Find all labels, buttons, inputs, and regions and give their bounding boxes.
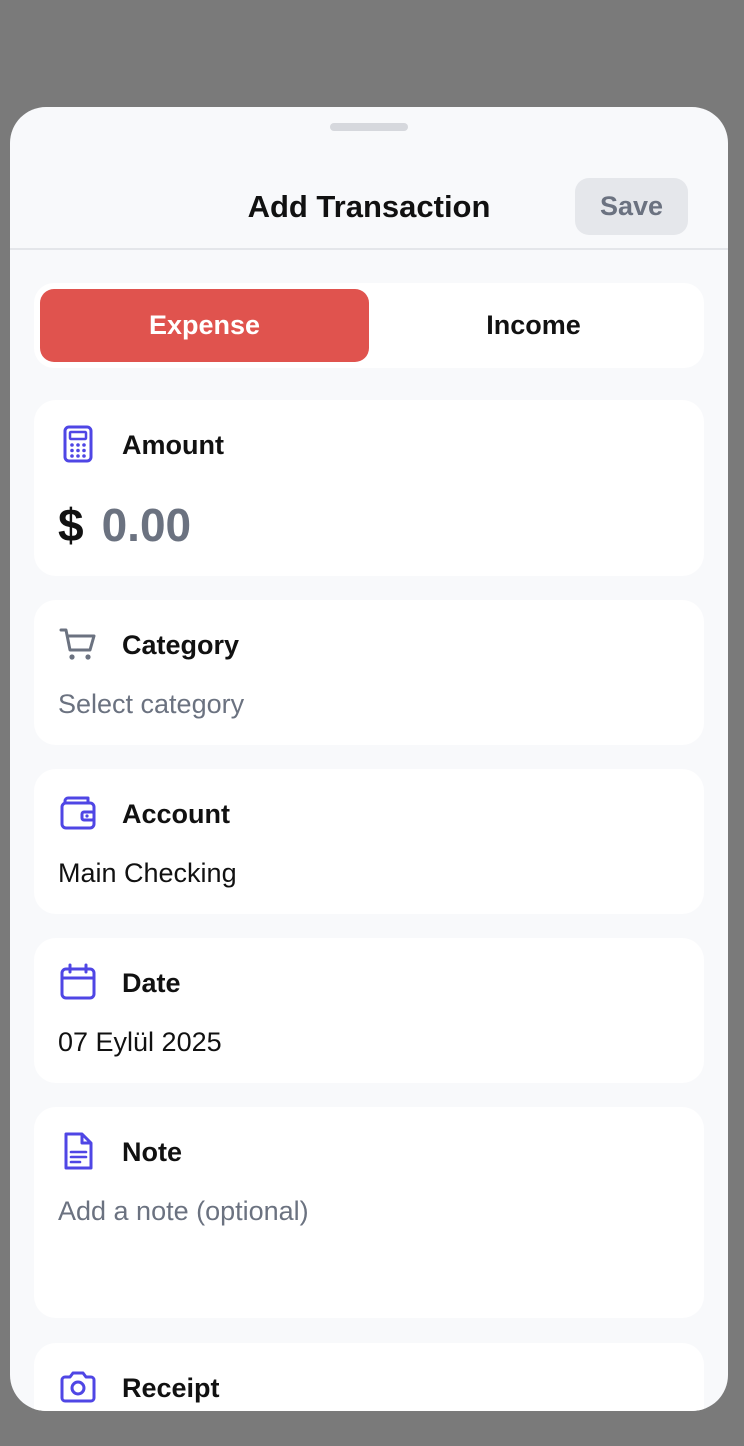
cart-icon <box>59 628 96 660</box>
receipt-label: Receipt <box>122 1373 220 1403</box>
save-button[interactable]: Save <box>575 178 688 235</box>
expense-tab[interactable]: Expense <box>40 289 369 362</box>
amount-label: Amount <box>122 430 224 460</box>
amount-input[interactable]: $0.00 <box>58 498 191 552</box>
note-card[interactable]: Note Add a note (optional) <box>34 1107 704 1318</box>
note-textarea[interactable]: Add a note (optional) <box>58 1196 309 1227</box>
note-label: Note <box>122 1137 182 1167</box>
calculator-icon <box>63 425 93 463</box>
calendar-icon <box>60 963 96 1000</box>
camera-icon <box>60 1371 96 1403</box>
category-label: Category <box>122 630 240 660</box>
account-label: Account <box>122 799 230 829</box>
currency-symbol: $ <box>58 499 84 551</box>
amount-card[interactable]: Amount $0.00 <box>34 400 704 576</box>
receipt-card[interactable]: Receipt <box>34 1343 704 1411</box>
date-card[interactable]: Date 07 Eylül 2025 <box>34 938 704 1083</box>
transaction-type-toggle: Expense Income <box>34 283 704 368</box>
document-icon <box>64 1132 93 1170</box>
account-card[interactable]: Account Main Checking <box>34 769 704 914</box>
category-card[interactable]: Category Select category <box>34 600 704 745</box>
account-select[interactable]: Main Checking <box>58 858 237 889</box>
add-transaction-sheet: Add Transaction Save Expense Income Amou… <box>10 107 728 1411</box>
income-tab[interactable]: Income <box>369 289 698 362</box>
category-select[interactable]: Select category <box>58 689 244 720</box>
date-picker[interactable]: 07 Eylül 2025 <box>58 1027 222 1058</box>
date-label: Date <box>122 968 181 998</box>
wallet-icon <box>60 796 96 830</box>
amount-value: 0.00 <box>101 499 192 551</box>
sheet-header: Add Transaction Save <box>10 107 728 250</box>
